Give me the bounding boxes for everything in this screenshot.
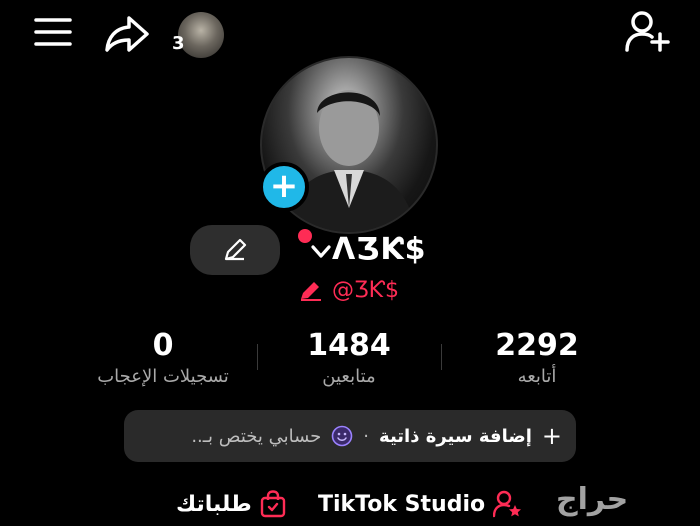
notification-dot <box>298 229 312 243</box>
following-stat[interactable]: 2292 أتابعه <box>452 328 622 387</box>
following-label: أتابعه <box>517 366 557 387</box>
bio-placeholder: حسابي يختص بـ.. <box>191 425 322 447</box>
pencil-icon <box>224 238 247 261</box>
likes-stat[interactable]: 0 تسجيلات الإعجاب <box>78 328 248 387</box>
orders-label: طلباتك <box>176 491 252 517</box>
user-star-icon <box>493 490 522 518</box>
followers-count: 1484 <box>307 328 391 363</box>
likes-count: 0 <box>152 328 174 363</box>
separator-dot: · <box>363 425 370 447</box>
add-user-icon[interactable] <box>624 10 672 54</box>
your-orders-link[interactable]: طلباتك <box>176 490 286 518</box>
studio-label: TikTok Studio <box>318 491 486 517</box>
pencil-icon <box>301 281 321 301</box>
menu-icon[interactable] <box>34 16 72 48</box>
stat-divider <box>441 344 442 370</box>
handle-row[interactable]: @ƷƘ$ <box>298 278 399 303</box>
likes-label: تسجيلات الإعجاب <box>97 366 229 387</box>
chevron-down-icon[interactable] <box>310 244 332 260</box>
following-count: 2292 <box>495 328 579 363</box>
username-handle: @ƷƘ$ <box>332 278 400 303</box>
followers-stat[interactable]: 1484 متابعين <box>264 328 434 387</box>
story-avatar[interactable] <box>178 12 224 58</box>
share-icon[interactable] <box>103 14 151 54</box>
bag-icon <box>260 490 285 518</box>
watermark-logo: حراج <box>556 482 629 517</box>
story-count: 3 <box>172 33 185 54</box>
followers-label: متابعين <box>322 366 376 387</box>
add-bio-label: إضافة سيرة ذاتية <box>379 425 532 447</box>
add-bio-bar[interactable]: + إضافة سيرة ذاتية · حسابي يختص بـ.. <box>124 410 576 462</box>
avatar-add-button[interactable]: + <box>259 162 309 212</box>
stat-divider <box>257 344 258 370</box>
display-name[interactable]: ɅƷƘ$ <box>332 232 427 267</box>
tiktok-studio-link[interactable]: TikTok Studio <box>318 490 523 518</box>
plus-icon: + <box>541 422 562 450</box>
edit-profile-button[interactable] <box>190 225 280 275</box>
emoji-icon <box>331 425 353 447</box>
